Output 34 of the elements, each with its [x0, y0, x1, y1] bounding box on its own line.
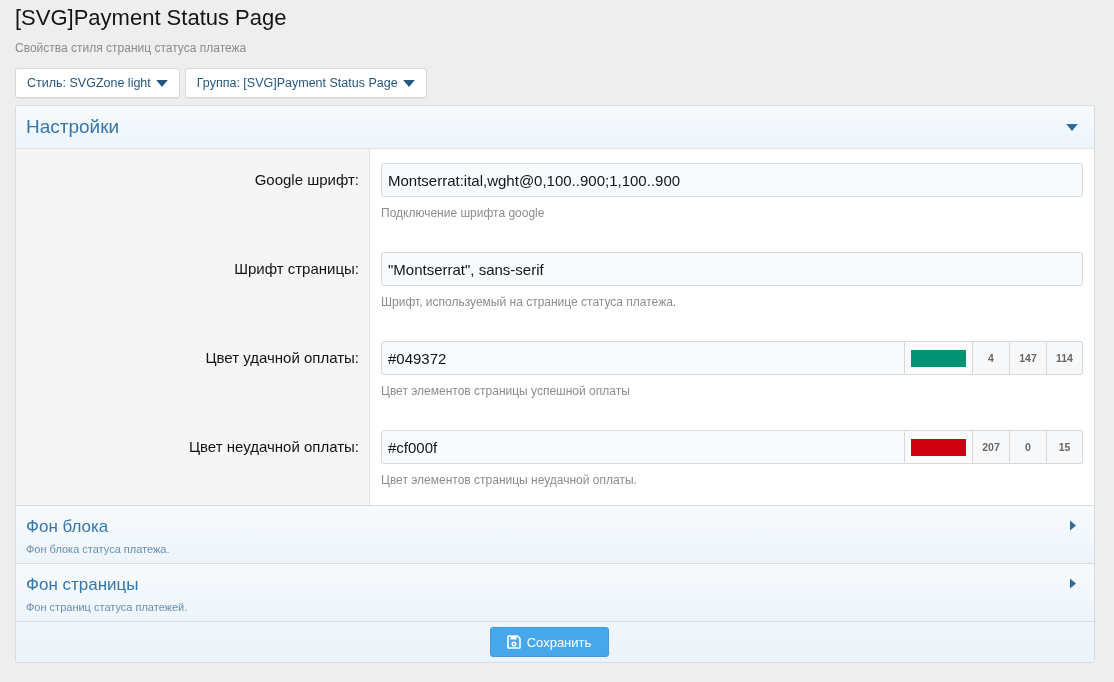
rgb-value: 15	[1047, 430, 1083, 464]
rgb-value: 0	[1010, 430, 1047, 464]
rgb-value: 114	[1047, 341, 1083, 375]
filter-dropdown-button[interactable]: Группа: [SVG]Payment Status Page	[184, 68, 427, 98]
field-hint: Подключение шрифта google	[381, 205, 545, 221]
color-picker-button[interactable]	[905, 341, 973, 375]
filter-dropdown-button[interactable]: Стиль: SVGZone light	[15, 68, 180, 98]
field-hint: Цвет элементов страницы успешной оплаты	[381, 383, 630, 399]
rgb-value: 147	[1010, 341, 1047, 375]
field-label: Цвет неудачной оплаты:	[188, 437, 359, 457]
color-picker-button[interactable]	[905, 430, 973, 464]
section-header[interactable]: Фон блока Фон блока статуса платежа.	[16, 505, 1094, 563]
field-hint: Цвет элементов страницы неудачной оплаты.	[381, 472, 637, 488]
field-label: Цвет удачной оплаты:	[205, 348, 359, 368]
caret-down-icon	[155, 79, 168, 87]
input-field[interactable]: #cf000f	[381, 430, 905, 464]
caret-down-icon	[402, 79, 415, 87]
rgb-value: 207	[973, 430, 1010, 464]
section-description: Фон блока статуса платежа.	[26, 542, 170, 556]
input-field[interactable]: #049372	[381, 341, 905, 375]
page-description: Свойства стиля страниц статуса платежа	[15, 40, 247, 56]
field-label: Google шрифт:	[254, 170, 359, 190]
input-field[interactable]: "Montserrat", sans-serif	[381, 252, 1083, 286]
field-label: Шрифт страницы:	[234, 259, 359, 279]
field-hint: Шрифт, используемый на странице статуса платежа.	[381, 294, 677, 310]
section-header[interactable]: Фон страницы Фон страниц статуса платежей.	[16, 563, 1094, 621]
section-title: Фон страницы	[26, 574, 139, 596]
section-description: Фон страниц статуса платежей.	[26, 600, 188, 614]
input-field[interactable]: Montserrat:ital,wght@0,100..900;1,100..900	[381, 163, 1083, 197]
page-title: [SVG]Payment Status Page	[15, 4, 287, 32]
rgb-value: 4	[973, 341, 1010, 375]
section-title: Фон блока	[26, 516, 109, 538]
section-header[interactable]: Настройки	[16, 106, 1094, 149]
section-title: Настройки	[26, 115, 120, 139]
